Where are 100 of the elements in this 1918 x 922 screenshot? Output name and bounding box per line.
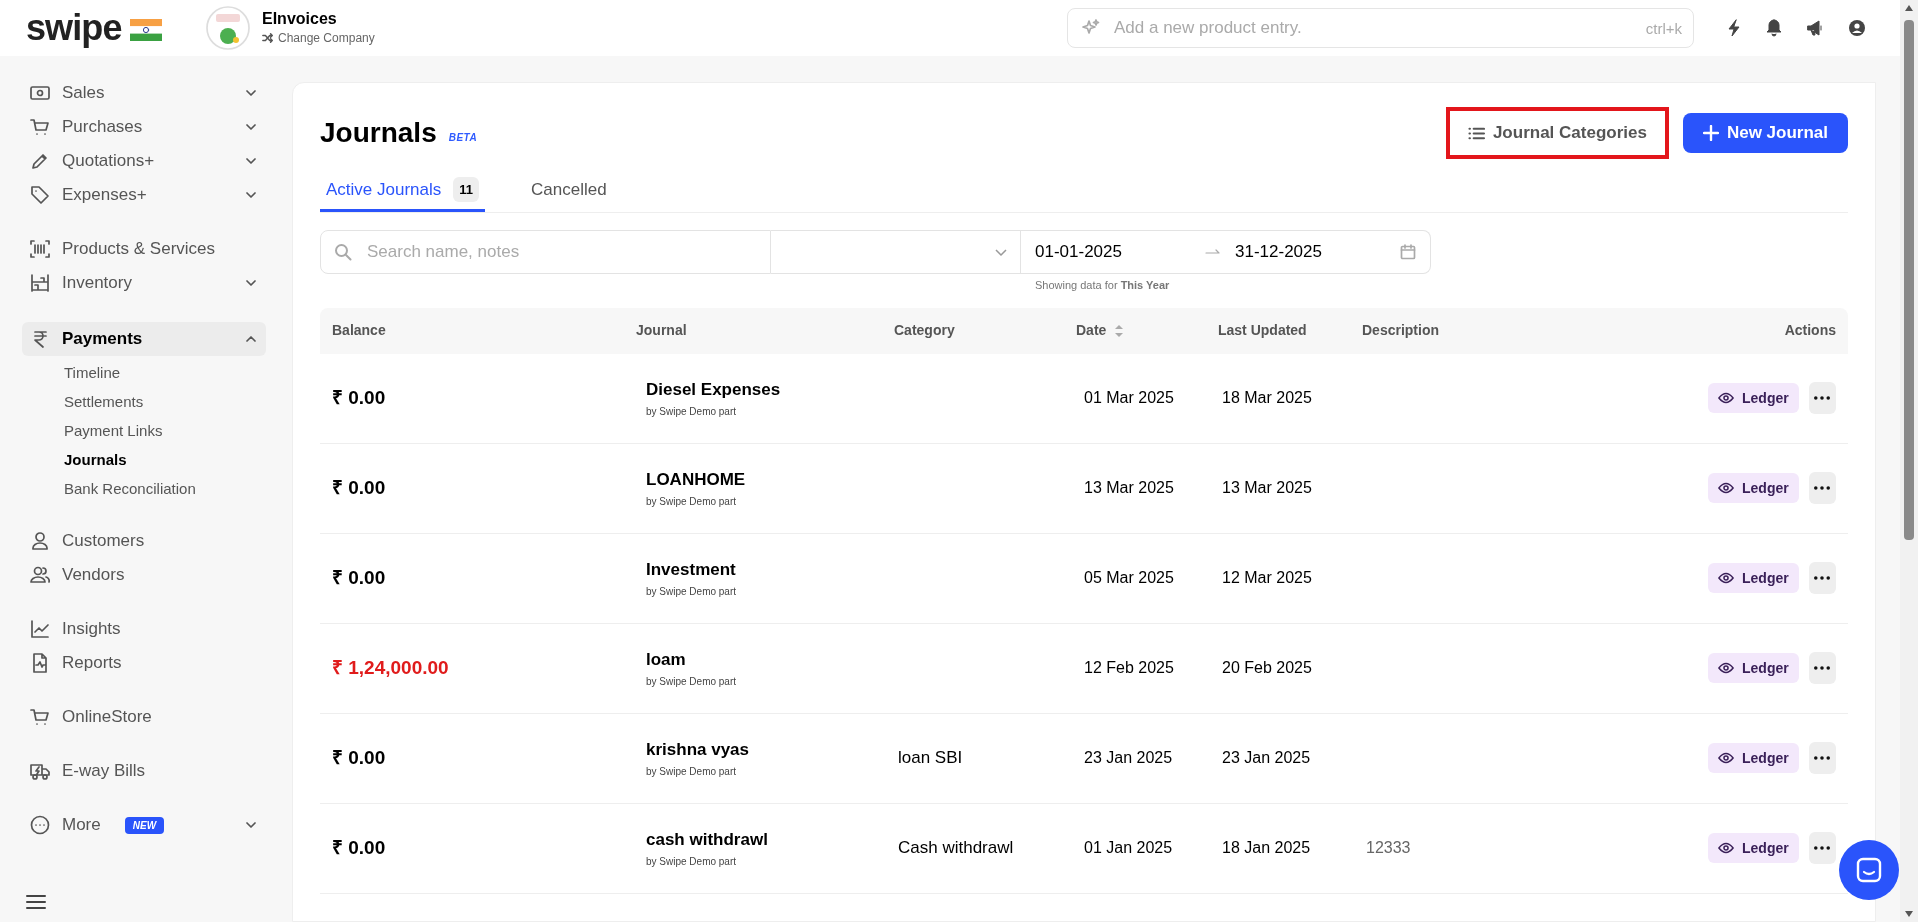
shortcut-hint: ctrl+k — [1645, 19, 1682, 39]
updated-cell: 18 Jan 2025 — [1222, 839, 1311, 856]
sidebar-item[interactable]: Expenses+ — [22, 180, 266, 210]
ellipsis-icon — [1814, 756, 1831, 760]
pencil-icon — [30, 151, 50, 171]
sidebar-item[interactable]: OnlineStore — [22, 702, 266, 732]
sidebar-item[interactable]: More NEW — [22, 810, 266, 840]
india-flag-icon — [129, 19, 162, 41]
sidebar-item[interactable]: Quotations+ — [22, 146, 266, 176]
journal-author: by Swipe Demo part — [646, 495, 738, 510]
company-logo — [206, 6, 250, 50]
chat-button[interactable] — [1839, 840, 1899, 900]
balance-amount: ₹ 0.00 — [332, 836, 386, 858]
sidebar-item[interactable]: Products & Services — [22, 234, 266, 264]
sidebar-subitem[interactable]: Bank Reconciliation — [64, 478, 266, 502]
date-cell: 05 Mar 2025 — [1084, 569, 1174, 586]
tag-icon — [30, 185, 50, 205]
sidebar-item[interactable]: E-way Bills — [22, 756, 266, 786]
column-header: Category — [894, 321, 955, 340]
scroll-up-icon[interactable] — [1904, 4, 1914, 12]
description-cell: 12333 — [1366, 839, 1411, 856]
more-options-button[interactable] — [1808, 562, 1836, 594]
category-cell: loan SBI — [898, 748, 963, 768]
sidebar-item[interactable]: Reports — [22, 648, 266, 678]
scrollbar[interactable] — [1900, 0, 1918, 922]
date-cell: 12 Feb 2025 — [1084, 659, 1174, 676]
sidebar-item[interactable]: Inventory — [22, 268, 266, 298]
updated-cell: 18 Mar 2025 — [1222, 389, 1312, 406]
chart-icon — [30, 619, 50, 639]
column-header: Actions — [1784, 321, 1836, 340]
count-badge: 11 — [453, 176, 480, 203]
sidebar-item[interactable]: Insights — [22, 614, 266, 644]
sidebar-subitem[interactable]: Payment Links — [64, 420, 266, 444]
updated-cell: 20 Feb 2025 — [1222, 659, 1312, 676]
updated-cell: 13 Mar 2025 — [1222, 479, 1312, 496]
journal-name: cash withdrawl — [646, 828, 769, 851]
date-cell: 23 Jan 2025 — [1084, 749, 1173, 766]
brand-logo: swipe — [26, 10, 122, 46]
sidebar-subitem[interactable]: Journals — [64, 449, 266, 473]
ledger-button[interactable]: Ledger — [1708, 383, 1799, 413]
ledger-button[interactable]: Ledger — [1708, 563, 1799, 593]
balance-amount: ₹ 0.00 — [332, 746, 386, 768]
more-options-button[interactable] — [1808, 382, 1836, 414]
eye-icon — [1718, 572, 1734, 584]
journal-categories-button[interactable]: Journal Categories — [1445, 107, 1669, 159]
menu-icon[interactable] — [26, 894, 46, 910]
more-options-button[interactable] — [1808, 652, 1836, 684]
scrollbar-thumb[interactable] — [1904, 20, 1914, 540]
cart-icon — [30, 117, 50, 137]
barcode-icon — [30, 239, 50, 259]
ledger-button[interactable]: Ledger — [1708, 743, 1799, 773]
updated-cell: 12 Mar 2025 — [1222, 569, 1312, 586]
ledger-button[interactable]: Ledger — [1708, 473, 1799, 503]
date-cell: 01 Jan 2025 — [1084, 839, 1173, 856]
new-journal-button[interactable]: New Journal — [1682, 113, 1848, 153]
start-date: 01-01-2025 — [1035, 241, 1123, 264]
journal-name: LOANHOME — [646, 468, 747, 491]
balance-amount: ₹ 1,24,000.00 — [332, 656, 449, 678]
chat-icon — [1856, 857, 1882, 883]
ellipsis-icon — [1814, 486, 1831, 490]
date-range-field[interactable]: 01-01-2025 31-12-2025 — [1021, 230, 1431, 274]
sidebar-item[interactable]: Sales — [22, 78, 266, 108]
sidebar-subitem[interactable]: Settlements — [64, 391, 266, 415]
truck-icon — [30, 761, 50, 781]
journal-author: by Swipe Demo part — [646, 405, 738, 420]
tab[interactable]: Cancelled — [525, 170, 613, 212]
more-options-button[interactable] — [1808, 832, 1836, 864]
megaphone-icon — [1806, 19, 1824, 37]
sidebar-item[interactable]: Purchases — [22, 112, 266, 142]
column-header: Journal — [636, 321, 687, 340]
scroll-down-icon[interactable] — [1904, 910, 1914, 918]
notifications-icon — [1766, 19, 1782, 37]
eye-icon — [1718, 392, 1734, 404]
ellipsis-icon — [1814, 576, 1831, 580]
ledger-button[interactable]: Ledger — [1708, 833, 1799, 863]
change-company-link[interactable]: Change Company — [262, 29, 375, 47]
ellipsis-icon — [1814, 846, 1831, 850]
ledger-button[interactable]: Ledger — [1708, 653, 1799, 683]
more-options-button[interactable] — [1808, 742, 1836, 774]
sidebar-item[interactable]: Customers — [22, 526, 266, 556]
sidebar-item[interactable]: Vendors — [22, 560, 266, 590]
plus-icon — [1702, 125, 1719, 141]
sidebar-item[interactable]: Payments — [22, 322, 266, 356]
updated-cell: 23 Jan 2025 — [1222, 749, 1311, 766]
more-options-button[interactable] — [1808, 472, 1836, 504]
account-icon — [1848, 19, 1866, 37]
journal-name: Investment — [646, 558, 737, 581]
balance-amount: ₹ 0.00 — [332, 386, 386, 408]
balance-amount: ₹ 0.00 — [332, 476, 386, 498]
cash-icon — [30, 83, 50, 103]
eye-icon — [1718, 662, 1734, 674]
sidebar-subitem[interactable]: Timeline — [64, 362, 266, 386]
search-field[interactable]: Search name, notes — [320, 230, 771, 274]
journal-author: by Swipe Demo part — [646, 585, 738, 600]
end-date: 31-12-2025 — [1235, 241, 1322, 264]
tab[interactable]: Active Journals 11 — [320, 170, 486, 212]
cart-icon — [30, 707, 50, 727]
ellipsis-icon — [1814, 396, 1831, 400]
balance-amount: ₹ 0.00 — [332, 566, 386, 588]
beta-label: BETA — [448, 130, 478, 145]
